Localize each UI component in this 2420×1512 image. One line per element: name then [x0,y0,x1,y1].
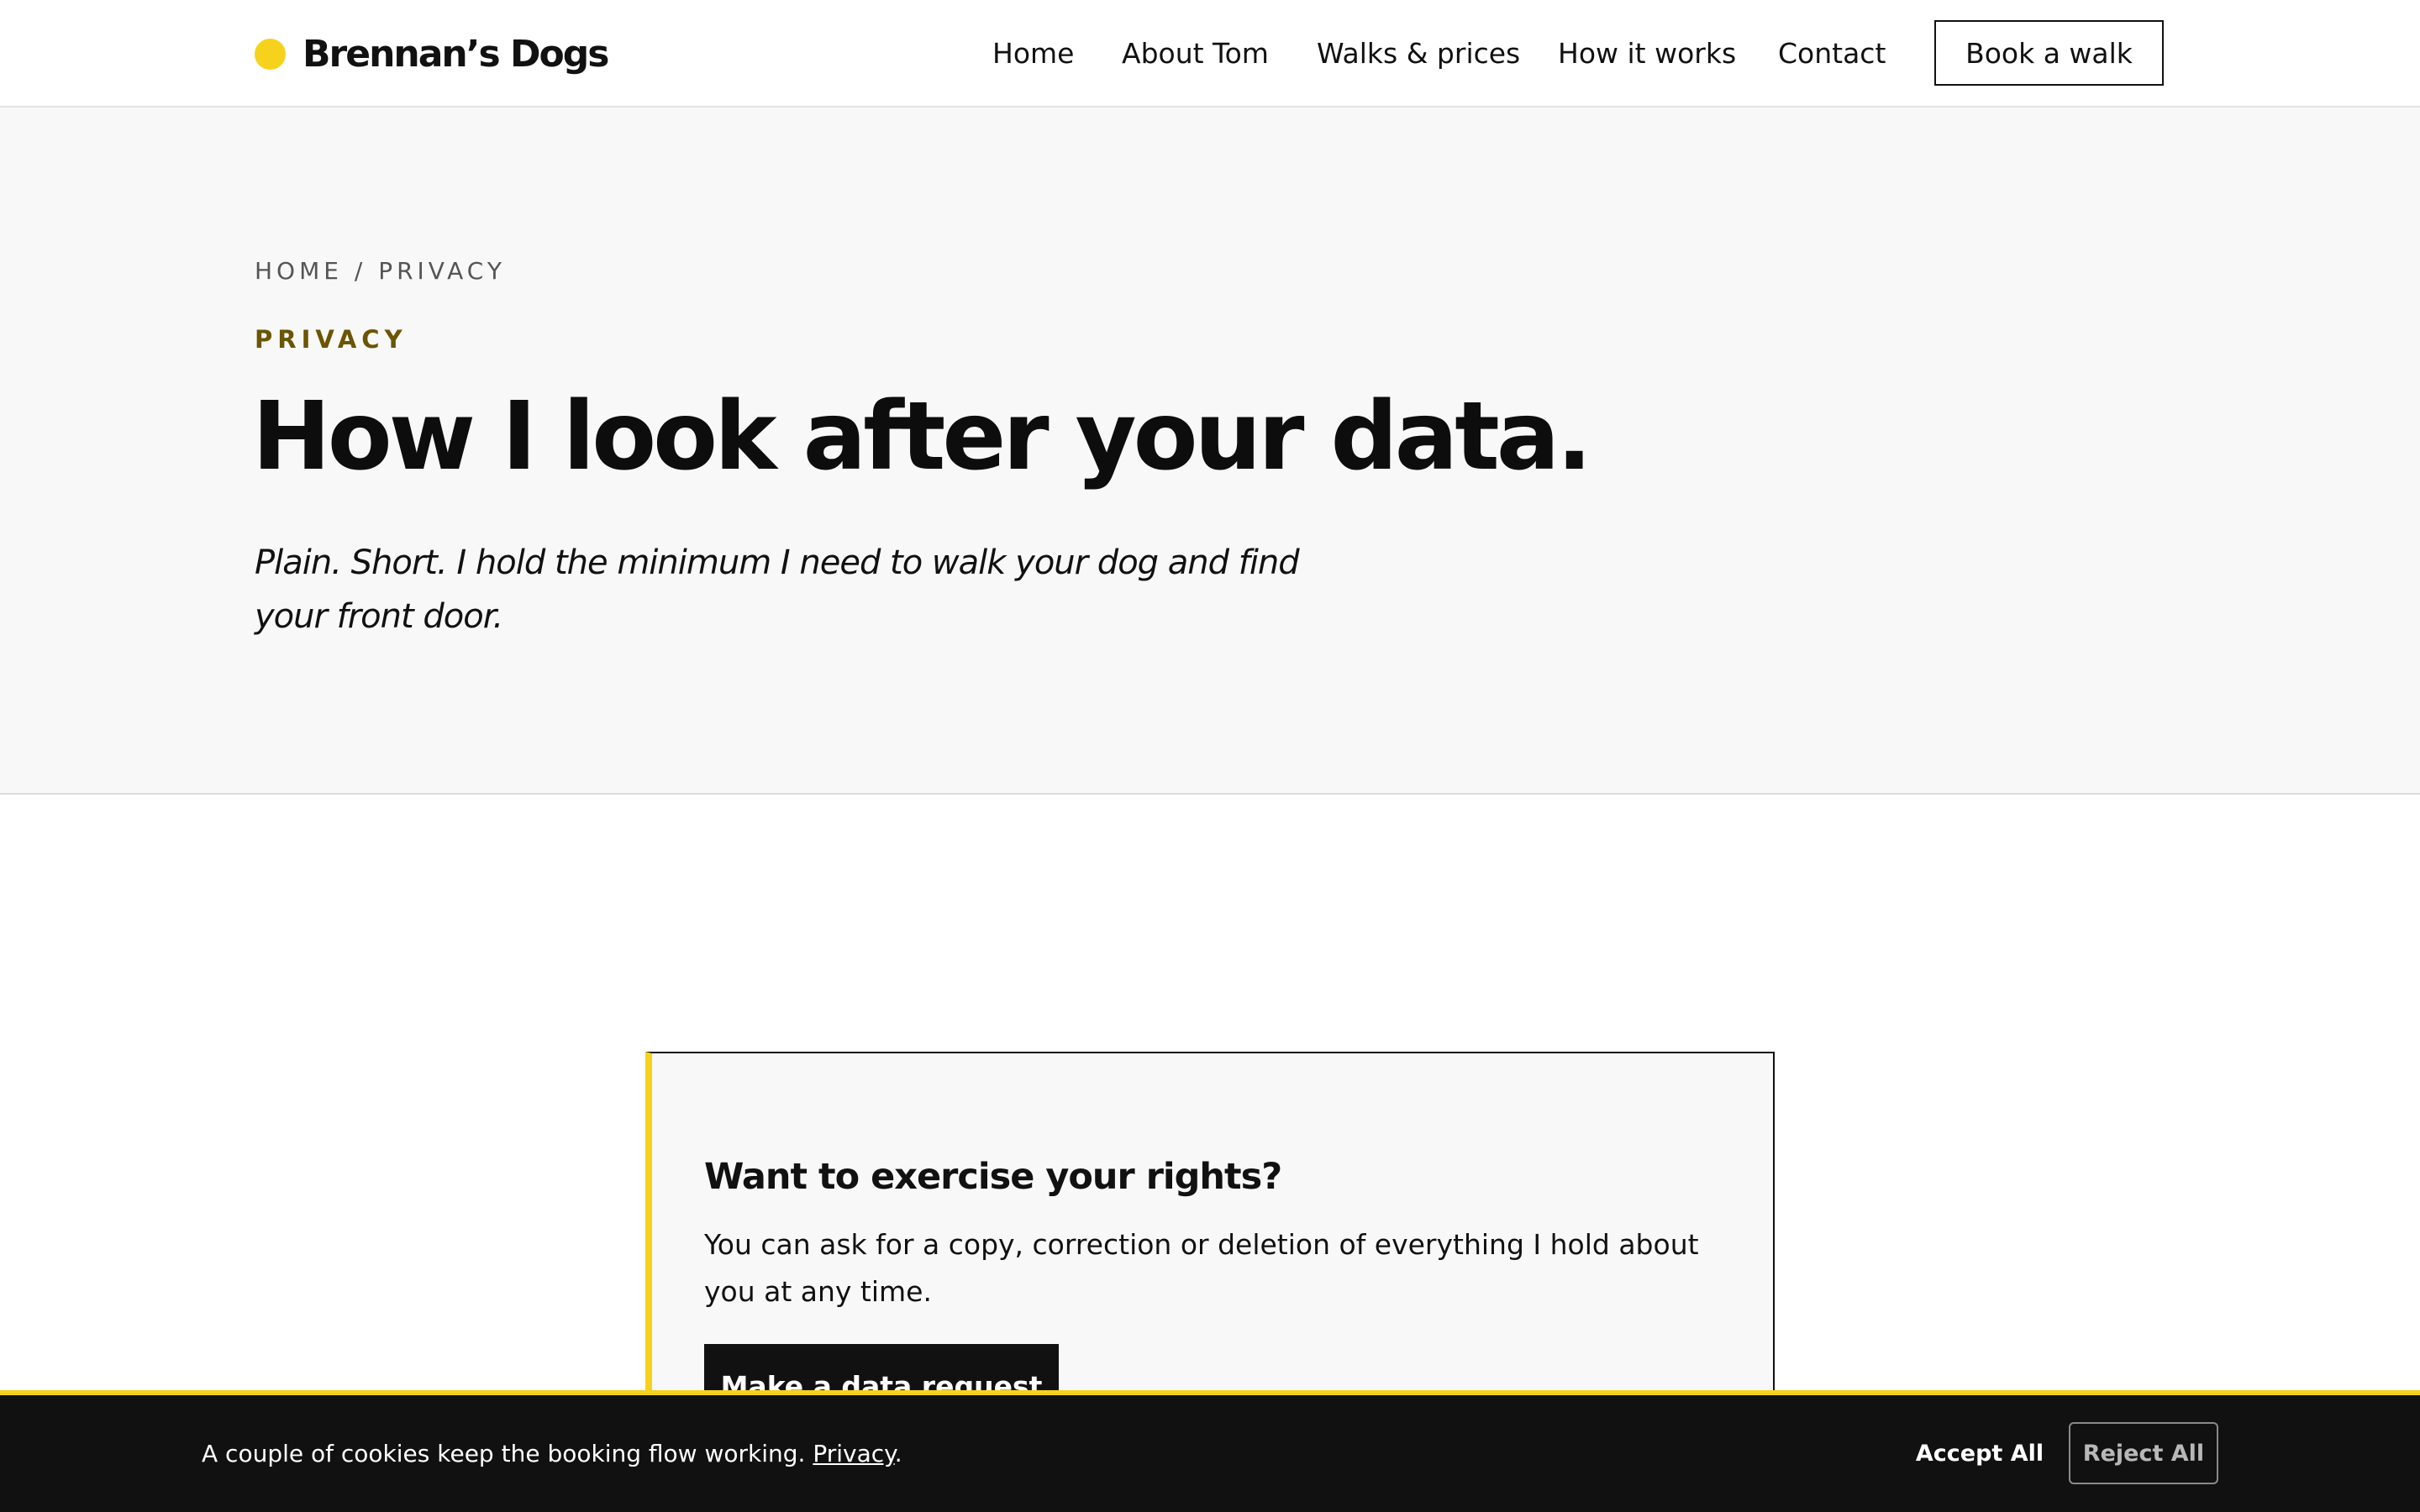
page-title: How I look after your data. [252,382,1592,491]
page-lede: Plain. Short. I hold the minimum I need … [255,543,1300,636]
hero-section: HOME / PRIVACY PRIVACY How I look after … [0,108,2420,795]
breadcrumb-separator: / [342,257,379,285]
nav-how-it-works[interactable]: How it works [1558,0,1736,108]
nav-walks-prices[interactable]: Walks & prices [1317,0,1520,108]
cookie-message: A couple of cookies keep the booking flo… [202,1395,902,1512]
cookie-privacy-link[interactable]: Privacy [813,1440,894,1467]
breadcrumb-current: PRIVACY [378,257,506,285]
site-header: Brennan’s Dogs Home About Tom Walks & pr… [0,0,2420,108]
rights-title: Want to exercise your rights? [704,1156,1282,1198]
nav-about-tom[interactable]: About Tom [1122,0,1269,108]
breadcrumb: HOME / PRIVACY [255,257,506,285]
cookie-suffix: . [894,1440,902,1467]
breadcrumb-home-link[interactable]: HOME [255,257,343,285]
reject-all-button[interactable]: Reject All [2069,1422,2218,1484]
rights-card: Want to exercise your rights? You can as… [645,1052,1775,1438]
rights-body: You can ask for a copy, correction or de… [704,1228,1699,1308]
nav-contact[interactable]: Contact [1778,0,1886,108]
cookie-text: A couple of cookies keep the booking flo… [202,1440,806,1467]
cookie-banner: A couple of cookies keep the booking flo… [0,1390,2420,1512]
nav-home[interactable]: Home [992,0,1074,108]
book-walk-button[interactable]: Book a walk [1934,20,2164,86]
section-eyebrow: PRIVACY [255,325,408,354]
accept-all-button[interactable]: Accept All [1909,1422,2050,1484]
